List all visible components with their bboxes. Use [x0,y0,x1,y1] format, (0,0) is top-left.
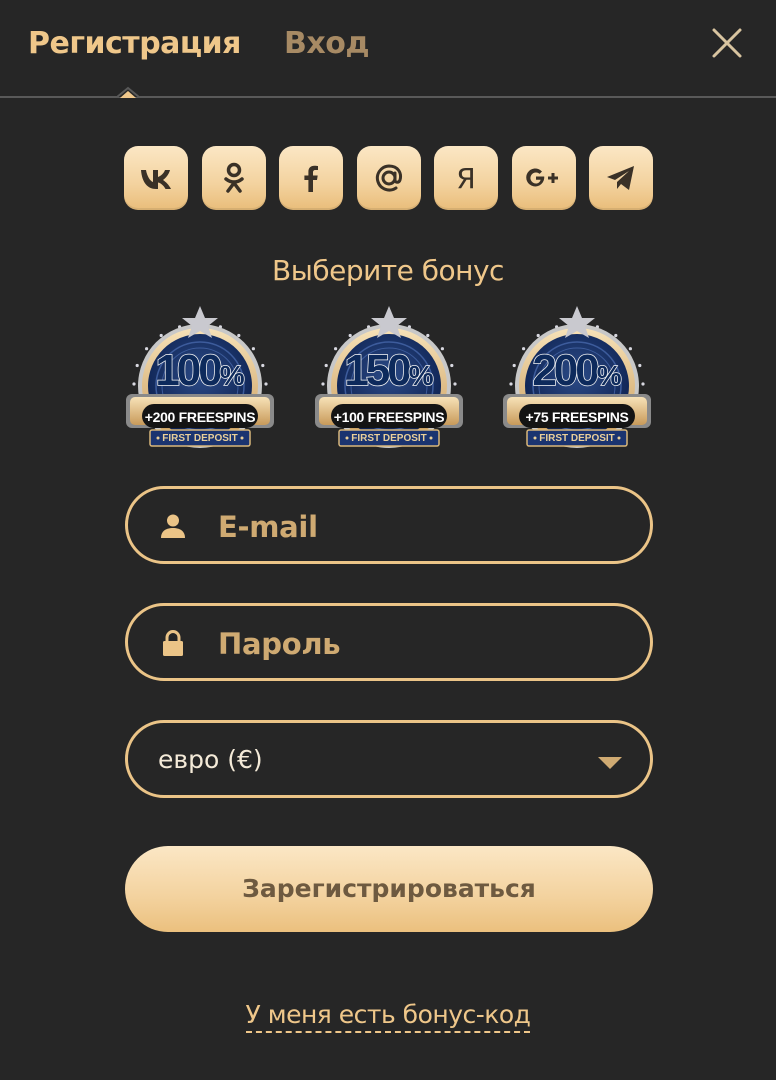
telegram-login-button[interactable] [589,146,653,210]
bonus-caption: FIRST DEPOSIT [162,433,238,444]
bonus-freespins: +200 FREESPINS [144,409,256,425]
telegram-icon [607,166,634,190]
google-plus-icon [526,168,558,187]
lock-icon [163,630,183,656]
bonus-caption: FIRST DEPOSIT [539,433,615,444]
yandex-login-button[interactable]: Я [434,146,498,210]
vk-login-button[interactable] [124,146,188,210]
bonus-option[interactable]: 150% +100 FREESPINS FIRST DEPOSIT [313,306,465,456]
mail-ru-login-button[interactable] [357,146,421,210]
vk-icon [141,170,171,189]
bonus-code-link[interactable]: У меня есть бонус-код [245,1000,531,1033]
password-field[interactable]: Пароль [125,603,653,681]
auth-tabs: Регистрация Вход [0,0,776,98]
bonus-heading: Выберите бонус [272,254,504,287]
bonus-percent-value: 100 [155,345,224,396]
email-field[interactable]: E-mail [125,486,653,564]
currency-value: евро (€) [158,745,263,774]
mail-ru-icon [375,164,402,192]
user-icon [161,514,185,538]
currency-select[interactable]: евро (€) [125,720,653,798]
bonus-code-link-wrap: У меня есть бонус-код [0,1000,776,1033]
facebook-login-button[interactable] [279,146,343,210]
bonus-percent-value: 150 [344,345,413,396]
bonus-percent-value: 200 [532,345,601,396]
password-placeholder: Пароль [218,627,341,661]
percent-sign: % [219,359,245,392]
tab-register[interactable]: Регистрация [28,26,241,61]
tab-login[interactable]: Вход [284,26,370,61]
bonus-caption: FIRST DEPOSIT [351,433,427,444]
register-button[interactable]: Зарегистрироваться [125,846,653,932]
bonus-percent: 100% [124,345,276,396]
odnoklassniki-login-button[interactable] [202,146,266,210]
active-tab-indicator [117,86,139,98]
percent-sign: % [408,359,434,392]
chevron-down-icon [598,757,622,769]
bonus-percent: 200% [501,345,653,396]
bonus-option[interactable]: 200% +75 FREESPINS FIRST DEPOSIT [501,306,653,456]
bonus-freespins: +100 FREESPINS [333,409,445,425]
odnoklassniki-icon [224,162,244,193]
google-plus-login-button[interactable] [512,146,576,210]
email-placeholder: E-mail [218,510,318,544]
percent-sign: % [596,359,622,392]
bonus-freespins: +75 FREESPINS [525,409,629,425]
bonus-option[interactable]: 100% +200 FREESPINS FIRST DEPOSIT [124,306,276,456]
facebook-icon [304,165,318,192]
bonus-percent: 150% [313,345,465,396]
social-login-row: Я [124,146,656,210]
yandex-icon: Я [456,161,476,195]
close-icon[interactable] [708,24,746,62]
